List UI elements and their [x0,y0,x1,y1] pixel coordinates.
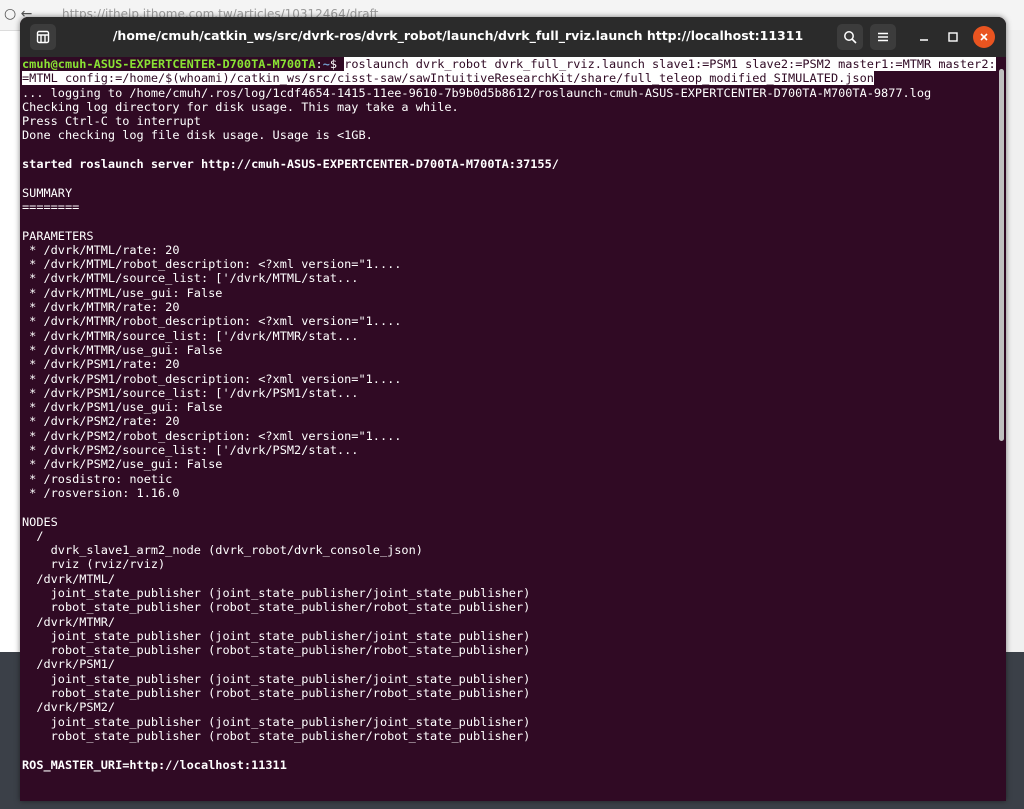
output-line: joint_state_publisher (joint_state_publi… [22,628,531,643]
terminal-window: /home/cmuh/catkin_ws/src/dvrk-ros/dvrk_r… [20,17,1006,801]
minimize-icon [920,39,928,41]
new-tab-icon [36,30,50,44]
output-line: robot_state_publisher (robot_state_publi… [22,728,531,743]
output-line: joint_state_publisher (joint_state_publi… [22,714,531,729]
background-page-edge [1006,30,1024,652]
output-line: * /dvrk/MTMR/rate: 20 [22,300,180,315]
close-button[interactable] [973,26,995,48]
output-line: robot_state_publisher (robot_state_publi… [22,600,531,615]
window-title: /home/cmuh/catkin_ws/src/dvrk-ros/dvrk_r… [112,28,804,43]
output-line: /dvrk/MTMR/ [22,614,116,629]
prompt-separator: : [315,57,323,71]
output-line: * /dvrk/PSM1/rate: 20 [22,357,180,372]
scrollbar-thumb[interactable] [999,69,1004,441]
output-line: SUMMARY [22,185,73,200]
output-line: * /rosdistro: noetic [22,471,173,486]
output-line: * /dvrk/MTML/source_list: ['/dvrk/MTML/s… [22,271,359,286]
output-line: * /dvrk/PSM2/rate: 20 [22,414,180,429]
output-line: started roslaunch server http://cmuh-ASU… [22,157,559,172]
output-line: * /dvrk/MTML/robot_description: <?xml ve… [22,257,402,272]
output-line: ROS_MASTER_URI=http://localhost:11311 [22,757,287,772]
search-icon [844,31,857,44]
prompt-symbol: $ [329,57,345,71]
maximize-button[interactable] [942,26,964,48]
output-line: dvrk_slave1_arm2_node (dvrk_robot/dvrk_c… [22,543,423,558]
output-line: /dvrk/PSM2/ [22,700,116,715]
output-lines: ... logging to /home/cmuh/.ros/log/1cdf4… [20,86,996,772]
menu-button[interactable] [870,24,896,50]
output-line: /dvrk/PSM1/ [22,657,116,672]
new-tab-button[interactable] [30,24,56,50]
output-line: * /dvrk/PSM2/source_list: ['/dvrk/PSM2/s… [22,443,359,458]
command-text-selected[interactable]: roslaunch dvrk_robot dvrk_full_rviz.laun… [344,57,996,71]
output-line: * /rosversion: 1.16.0 [22,485,180,500]
output-line: * /dvrk/PSM2/use_gui: False [22,457,223,472]
output-line: Done checking log file disk usage. Usage… [22,128,373,143]
command-text-selected-cont[interactable]: =MTML config:=/home/$(whoami)/catkin_ws/… [22,71,874,86]
output-line: * /dvrk/MTMR/robot_description: <?xml ve… [22,314,402,329]
output-line: * /dvrk/PSM2/robot_description: <?xml ve… [22,428,402,443]
output-line: ... logging to /home/cmuh/.ros/log/1cdf4… [22,85,932,100]
minimize-button[interactable] [913,26,935,48]
output-line: * /dvrk/PSM1/use_gui: False [22,400,223,415]
search-button[interactable] [837,24,863,50]
output-line: ======== [22,199,80,214]
output-line: * /dvrk/MTML/use_gui: False [22,285,223,300]
prompt-user-host: cmuh@cmuh-ASUS-EXPERTCENTER-D700TA-M700T… [22,57,316,71]
maximize-icon [948,32,958,42]
output-line: Checking log directory for disk usage. T… [22,99,459,114]
output-line: * /dvrk/MTMR/source_list: ['/dvrk/MTMR/s… [22,328,359,343]
output-line: joint_state_publisher (joint_state_publi… [22,585,531,600]
output-line: rviz (rviz/rviz) [22,557,166,572]
output-line: Press Ctrl-C to interrupt [22,114,201,129]
close-icon [980,33,988,41]
output-line: * /dvrk/PSM1/source_list: ['/dvrk/PSM1/s… [22,385,359,400]
terminal-scrollbar[interactable] [996,57,1006,801]
prompt-path: ~ [322,57,330,71]
output-line: robot_state_publisher (robot_state_publi… [22,686,531,701]
output-line: NODES [22,514,58,529]
command-line-2[interactable]: =MTML config:=/home/$(whoami)/catkin_ws/… [20,71,996,86]
window-titlebar[interactable]: /home/cmuh/catkin_ws/src/dvrk-ros/dvrk_r… [20,17,1006,57]
output-line: * /dvrk/MTMR/use_gui: False [22,342,223,357]
output-line: joint_state_publisher (joint_state_publi… [22,671,531,686]
output-line: robot_state_publisher (robot_state_publi… [22,643,531,658]
terminal-output[interactable]: cmuh@cmuh-ASUS-EXPERTCENTER-D700TA-M700T… [20,57,996,801]
hamburger-menu-icon [878,32,888,42]
output-line: /dvrk/MTML/ [22,571,116,586]
command-line-1[interactable]: cmuh@cmuh-ASUS-EXPERTCENTER-D700TA-M700T… [20,57,996,71]
output-line: / [22,528,44,543]
output-line: * /dvrk/MTML/rate: 20 [22,242,180,257]
output-line: * /dvrk/PSM1/robot_description: <?xml ve… [22,371,402,386]
output-line: PARAMETERS [22,228,94,243]
